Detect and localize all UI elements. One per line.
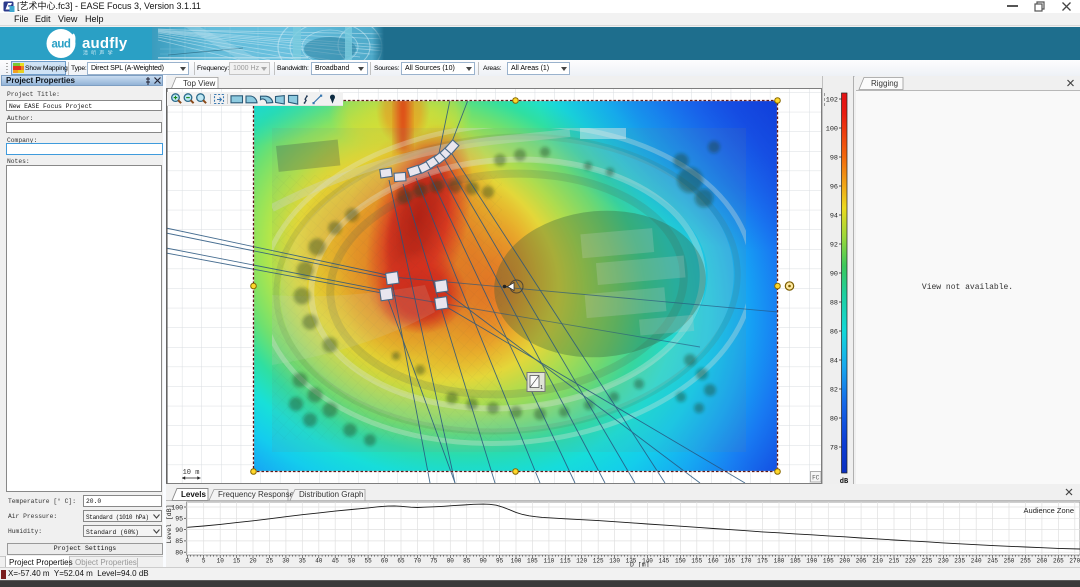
- svg-text:245: 245: [987, 558, 998, 565]
- svg-text:0: 0: [185, 558, 189, 565]
- svg-text:235: 235: [954, 558, 965, 565]
- svg-text:100: 100: [826, 126, 838, 134]
- svg-text:210: 210: [872, 558, 883, 565]
- svg-text:250: 250: [1004, 558, 1015, 565]
- svg-text:205: 205: [856, 558, 867, 565]
- svg-text:Distribution Graph: Distribution Graph: [299, 490, 363, 499]
- svg-text:95: 95: [175, 516, 183, 523]
- svg-text:80: 80: [447, 558, 455, 565]
- svg-text:Level [dB]: Level [dB]: [166, 504, 173, 543]
- svg-text:240: 240: [971, 558, 982, 565]
- svg-text:88: 88: [830, 300, 838, 308]
- svg-text:D [m]: D [m]: [630, 562, 650, 568]
- svg-text:215: 215: [889, 558, 900, 565]
- svg-text:170: 170: [741, 558, 752, 565]
- svg-text:105: 105: [527, 558, 538, 565]
- svg-text:160: 160: [708, 558, 719, 565]
- svg-text:50: 50: [348, 558, 356, 565]
- svg-text:86: 86: [830, 329, 838, 337]
- svg-text:260: 260: [1036, 558, 1047, 565]
- svg-text:265: 265: [1053, 558, 1064, 565]
- svg-text:225: 225: [921, 558, 932, 565]
- svg-text:aud: aud: [52, 39, 71, 51]
- svg-text:190: 190: [806, 558, 817, 565]
- svg-text:255: 255: [1020, 558, 1031, 565]
- svg-text:80: 80: [830, 416, 838, 424]
- svg-text:80: 80: [175, 550, 183, 557]
- svg-text:75: 75: [430, 558, 438, 565]
- svg-text:195: 195: [823, 558, 834, 565]
- svg-text:10 m: 10 m: [183, 469, 200, 477]
- svg-text:110: 110: [543, 558, 554, 565]
- svg-text:Rigging: Rigging: [871, 79, 898, 88]
- svg-text:230: 230: [938, 558, 949, 565]
- svg-text:Audience Zone: Audience Zone: [1024, 506, 1074, 515]
- svg-text:100: 100: [511, 558, 522, 565]
- svg-text:35: 35: [299, 558, 307, 565]
- svg-text:90: 90: [175, 527, 183, 534]
- svg-text:120: 120: [576, 558, 587, 565]
- svg-text:55: 55: [364, 558, 372, 565]
- svg-text:180: 180: [774, 558, 785, 565]
- svg-text:98: 98: [830, 155, 838, 163]
- svg-text:85: 85: [175, 538, 183, 545]
- svg-text:102: 102: [826, 97, 838, 105]
- svg-text:165: 165: [724, 558, 735, 565]
- svg-text:82: 82: [830, 387, 838, 395]
- svg-text:96: 96: [830, 184, 838, 192]
- svg-text:40: 40: [315, 558, 323, 565]
- svg-text:175: 175: [757, 558, 768, 565]
- svg-text:150: 150: [675, 558, 686, 565]
- svg-text:1: 1: [540, 385, 543, 391]
- svg-text:Levels: Levels: [181, 490, 206, 499]
- svg-text:130: 130: [609, 558, 620, 565]
- svg-text:155: 155: [691, 558, 702, 565]
- svg-text:FC: FC: [812, 475, 820, 482]
- svg-text:15: 15: [233, 558, 241, 565]
- svg-text:audfly: audfly: [82, 35, 128, 52]
- svg-text:185: 185: [790, 558, 801, 565]
- svg-text:94: 94: [830, 213, 838, 221]
- svg-text:145: 145: [658, 558, 669, 565]
- svg-text:92: 92: [830, 242, 838, 250]
- svg-text:10: 10: [217, 558, 225, 565]
- svg-text:清听声学: 清听声学: [83, 50, 116, 57]
- svg-text:5: 5: [202, 558, 206, 565]
- svg-text:90: 90: [830, 271, 838, 279]
- svg-text:60: 60: [381, 558, 389, 565]
- svg-text:115: 115: [560, 558, 571, 565]
- svg-text:200: 200: [839, 558, 850, 565]
- svg-text:84: 84: [830, 358, 838, 366]
- svg-text:90: 90: [479, 558, 487, 565]
- svg-text:45: 45: [332, 558, 340, 565]
- svg-text:270: 270: [1069, 558, 1080, 565]
- svg-text:30: 30: [282, 558, 290, 565]
- svg-text:Frequency Response: Frequency Response: [218, 490, 295, 499]
- svg-text:85: 85: [463, 558, 471, 565]
- svg-text:78: 78: [830, 445, 838, 453]
- svg-text:70: 70: [414, 558, 422, 565]
- svg-text:25: 25: [266, 558, 274, 565]
- svg-text:125: 125: [593, 558, 604, 565]
- svg-text:220: 220: [905, 558, 916, 565]
- svg-text:20: 20: [249, 558, 257, 565]
- svg-text:95: 95: [496, 558, 504, 565]
- svg-text:Top View: Top View: [183, 79, 216, 88]
- svg-text:100: 100: [171, 504, 183, 511]
- svg-text:65: 65: [397, 558, 405, 565]
